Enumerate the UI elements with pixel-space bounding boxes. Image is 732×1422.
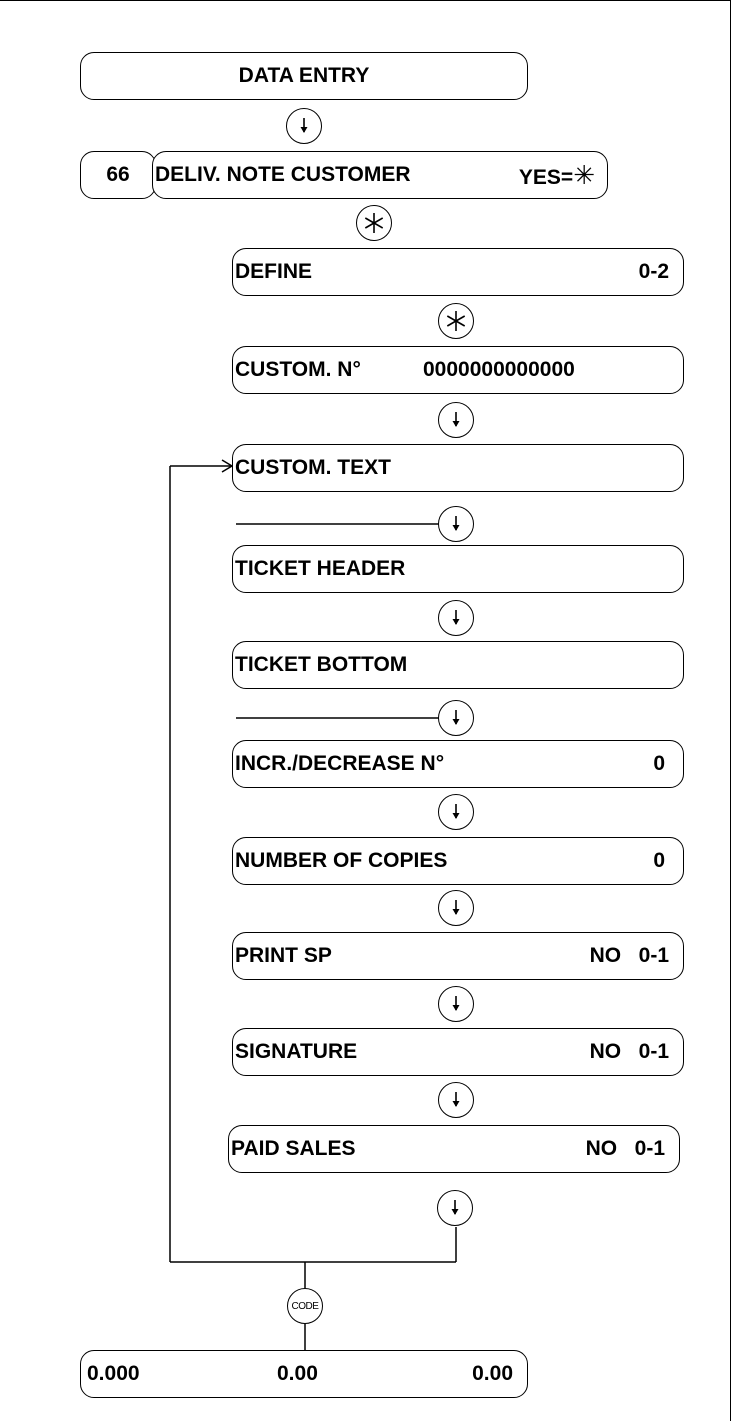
custom-number-value: 0000000000000 [423, 358, 575, 381]
paid-sales-value: NO 0-1 [585, 1137, 665, 1160]
number-of-copies-box: NUMBER OF COPIES 0 [232, 837, 684, 885]
down-arrow-key[interactable] [438, 600, 474, 636]
print-sp-box: PRINT SP NO 0-1 [232, 932, 684, 980]
asterisk-icon [446, 311, 466, 331]
menu-number-box: 66 [80, 151, 156, 199]
asterisk-icon: ✳ [573, 159, 595, 190]
incr-decrease-value: 0 [653, 752, 665, 775]
down-arrow-icon [452, 610, 460, 625]
down-arrow-icon [451, 1200, 459, 1215]
display-weight: 0.000 [87, 1362, 140, 1385]
custom-number-label: CUSTOM. N° [235, 358, 361, 381]
deliv-note-value: YES= [518, 165, 574, 189]
signature-value: NO 0-1 [589, 1040, 669, 1063]
paid-sales-box: PAID SALES NO 0-1 [228, 1125, 680, 1173]
incr-decrease-label: INCR./DECREASE N° [235, 752, 445, 775]
data-entry-box: DATA ENTRY [80, 52, 528, 100]
ticket-bottom-box: TICKET BOTTOM [232, 641, 684, 689]
down-arrow-icon [452, 412, 460, 427]
down-arrow-key[interactable] [438, 794, 474, 830]
custom-text-box: CUSTOM. TEXT [232, 444, 684, 492]
down-arrow-key[interactable] [438, 986, 474, 1022]
down-arrow-key[interactable] [438, 506, 474, 542]
ticket-bottom-label: TICKET BOTTOM [235, 653, 408, 676]
down-arrow-key[interactable] [438, 890, 474, 926]
down-arrow-icon [452, 516, 460, 531]
custom-number-box: CUSTOM. N° 0000000000000 [232, 346, 684, 394]
signature-box: SIGNATURE NO 0-1 [232, 1028, 684, 1076]
down-arrow-icon [452, 804, 460, 819]
down-arrow-key[interactable] [438, 700, 474, 736]
number-of-copies-value: 0 [653, 849, 665, 872]
down-arrow-key[interactable] [286, 108, 322, 144]
define-label: DEFINE [235, 260, 313, 283]
down-arrow-icon [300, 118, 308, 133]
data-entry-label: DATA ENTRY [238, 64, 370, 87]
down-arrow-key[interactable] [437, 1190, 473, 1226]
print-sp-value: NO 0-1 [589, 944, 669, 967]
code-key-icon: CODE [291, 1300, 319, 1312]
custom-text-label: CUSTOM. TEXT [235, 456, 391, 479]
ticket-header-label: TICKET HEADER [235, 557, 406, 580]
code-key[interactable]: CODE [287, 1288, 323, 1324]
paid-sales-label: PAID SALES [231, 1137, 356, 1160]
star-key[interactable] [438, 303, 474, 339]
deliv-note-box: DELIV. NOTE CUSTOMER YES=✳ [152, 151, 608, 199]
deliv-note-value-wrap: YES=✳ [519, 160, 595, 191]
print-sp-label: PRINT SP [235, 944, 332, 967]
signature-label: SIGNATURE [235, 1040, 358, 1063]
down-arrow-icon [452, 710, 460, 725]
deliv-note-label: DELIV. NOTE CUSTOMER [155, 163, 411, 186]
down-arrow-key[interactable] [438, 402, 474, 438]
ticket-header-box: TICKET HEADER [232, 545, 684, 593]
display-box: 0.000 0.00 0.00 [80, 1350, 528, 1398]
down-arrow-key[interactable] [438, 1082, 474, 1118]
define-box: DEFINE 0-2 [232, 248, 684, 296]
asterisk-icon [364, 213, 384, 233]
incr-decrease-box: INCR./DECREASE N° 0 [232, 740, 684, 788]
down-arrow-icon [452, 1092, 460, 1107]
star-key[interactable] [356, 205, 392, 241]
display-unit-price: 0.00 [277, 1362, 318, 1385]
define-value: 0-2 [638, 260, 669, 283]
down-arrow-icon [452, 996, 460, 1011]
down-arrow-icon [452, 900, 460, 915]
number-of-copies-label: NUMBER OF COPIES [235, 849, 448, 872]
display-total: 0.00 [472, 1362, 513, 1385]
menu-number: 66 [106, 163, 130, 186]
